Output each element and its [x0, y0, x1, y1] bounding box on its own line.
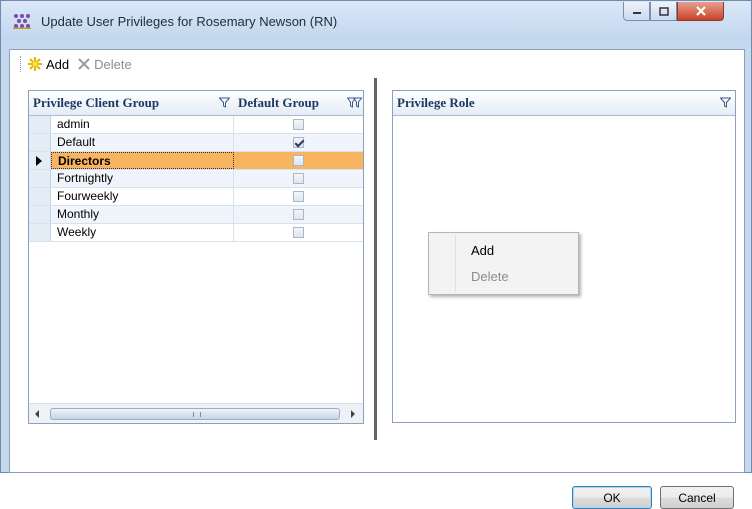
- default-group-checkbox[interactable]: [293, 119, 304, 130]
- context-menu-item-delete[interactable]: Delete: [471, 269, 509, 284]
- cell-default-group[interactable]: [234, 170, 363, 187]
- column-header-privilege-client-group[interactable]: Privilege Client Group: [29, 91, 234, 115]
- default-group-checkbox[interactable]: [293, 209, 304, 220]
- cell-group-name[interactable]: Fourweekly: [51, 188, 234, 205]
- close-button[interactable]: [677, 2, 724, 21]
- cell-group-name[interactable]: Fortnightly: [51, 170, 234, 187]
- cancel-button[interactable]: Cancel: [660, 486, 734, 509]
- row-indicator[interactable]: [29, 206, 51, 223]
- minimize-icon: [632, 12, 641, 14]
- default-group-checkbox[interactable]: [293, 227, 304, 238]
- column-header-label: Privilege Role: [397, 95, 475, 110]
- context-menu-item-add[interactable]: Add: [471, 243, 494, 258]
- maximize-icon: [658, 6, 669, 16]
- delete-x-icon: [78, 58, 90, 70]
- ok-button[interactable]: OK: [572, 486, 652, 509]
- row-indicator[interactable]: [29, 170, 51, 187]
- grid-header: Privilege Role: [393, 91, 735, 116]
- toolbar-add-label: Add: [46, 56, 70, 72]
- default-group-checkbox[interactable]: [293, 155, 304, 166]
- column-header-label: Privilege Client Group: [33, 95, 160, 110]
- window-controls: [623, 2, 724, 22]
- column-header-label: Default Group: [238, 95, 320, 110]
- row-indicator[interactable]: [29, 134, 51, 151]
- grid-rows: admin Default Directors Fortnightly Four…: [29, 116, 363, 242]
- row-indicator[interactable]: [29, 152, 51, 169]
- scroll-right-arrow-icon[interactable]: [351, 410, 355, 418]
- column-header-default-group[interactable]: Default Group: [234, 91, 363, 115]
- table-row-selected[interactable]: Directors: [29, 152, 363, 170]
- filter-icon[interactable]: [219, 97, 230, 108]
- column-header-privilege-role[interactable]: Privilege Role: [393, 91, 735, 115]
- dialog-window: Update User Privileges for Rosemary News…: [0, 0, 752, 509]
- add-star-icon: [28, 57, 42, 71]
- table-row[interactable]: Default: [29, 134, 363, 152]
- maximize-button[interactable]: [650, 2, 677, 21]
- cell-group-name[interactable]: Directors: [51, 152, 234, 169]
- cell-default-group[interactable]: [234, 152, 363, 169]
- close-icon: [695, 6, 706, 16]
- cell-default-group[interactable]: [234, 116, 363, 133]
- cell-default-group[interactable]: [234, 188, 363, 205]
- toolbar-delete-label: Delete: [94, 56, 132, 72]
- cell-default-group[interactable]: [234, 206, 363, 223]
- context-menu: Add Delete: [428, 232, 579, 295]
- window-title: Update User Privileges for Rosemary News…: [41, 14, 338, 29]
- row-indicator[interactable]: [29, 116, 51, 133]
- dialog-client-area: Add Delete Privilege Client Group Defaul…: [9, 49, 745, 509]
- cell-default-group[interactable]: [234, 134, 363, 151]
- table-row[interactable]: Fourweekly: [29, 188, 363, 206]
- filter-icon[interactable]: [720, 97, 731, 108]
- thumb-grip-icon: [193, 412, 201, 417]
- default-group-checkbox[interactable]: [293, 191, 304, 202]
- row-indicator[interactable]: [29, 224, 51, 241]
- app-icon: [13, 14, 31, 29]
- horizontal-scrollbar[interactable]: [29, 403, 363, 423]
- default-group-checkbox[interactable]: [293, 137, 304, 148]
- scroll-left-arrow-icon[interactable]: [35, 410, 39, 418]
- cell-group-name[interactable]: Weekly: [51, 224, 234, 241]
- panel-splitter[interactable]: [374, 78, 377, 440]
- minimize-button[interactable]: [623, 2, 650, 21]
- cell-default-group[interactable]: [234, 224, 363, 241]
- cell-group-name[interactable]: Default: [51, 134, 234, 151]
- toolbar-delete-button[interactable]: Delete: [77, 57, 132, 72]
- filter-active-icon[interactable]: [347, 97, 363, 108]
- grid-header: Privilege Client Group Default Group: [29, 91, 363, 116]
- scrollbar-thumb[interactable]: [50, 408, 340, 420]
- toolbar: Add Delete: [10, 50, 744, 78]
- toolbar-grip[interactable]: [20, 56, 23, 72]
- menu-icon-gutter: [455, 235, 456, 292]
- cell-group-name[interactable]: admin: [51, 116, 234, 133]
- current-row-arrow-icon: [36, 156, 42, 166]
- cell-group-name[interactable]: Monthly: [51, 206, 234, 223]
- title-bar[interactable]: Update User Privileges for Rosemary News…: [1, 1, 751, 41]
- toolbar-add-button[interactable]: Add: [27, 56, 69, 72]
- table-row[interactable]: Weekly: [29, 224, 363, 242]
- table-row[interactable]: admin: [29, 116, 363, 134]
- table-row[interactable]: Monthly: [29, 206, 363, 224]
- row-indicator[interactable]: [29, 188, 51, 205]
- default-group-checkbox[interactable]: [293, 173, 304, 184]
- client-group-grid: Privilege Client Group Default Group adm…: [28, 90, 364, 424]
- table-row[interactable]: Fortnightly: [29, 170, 363, 188]
